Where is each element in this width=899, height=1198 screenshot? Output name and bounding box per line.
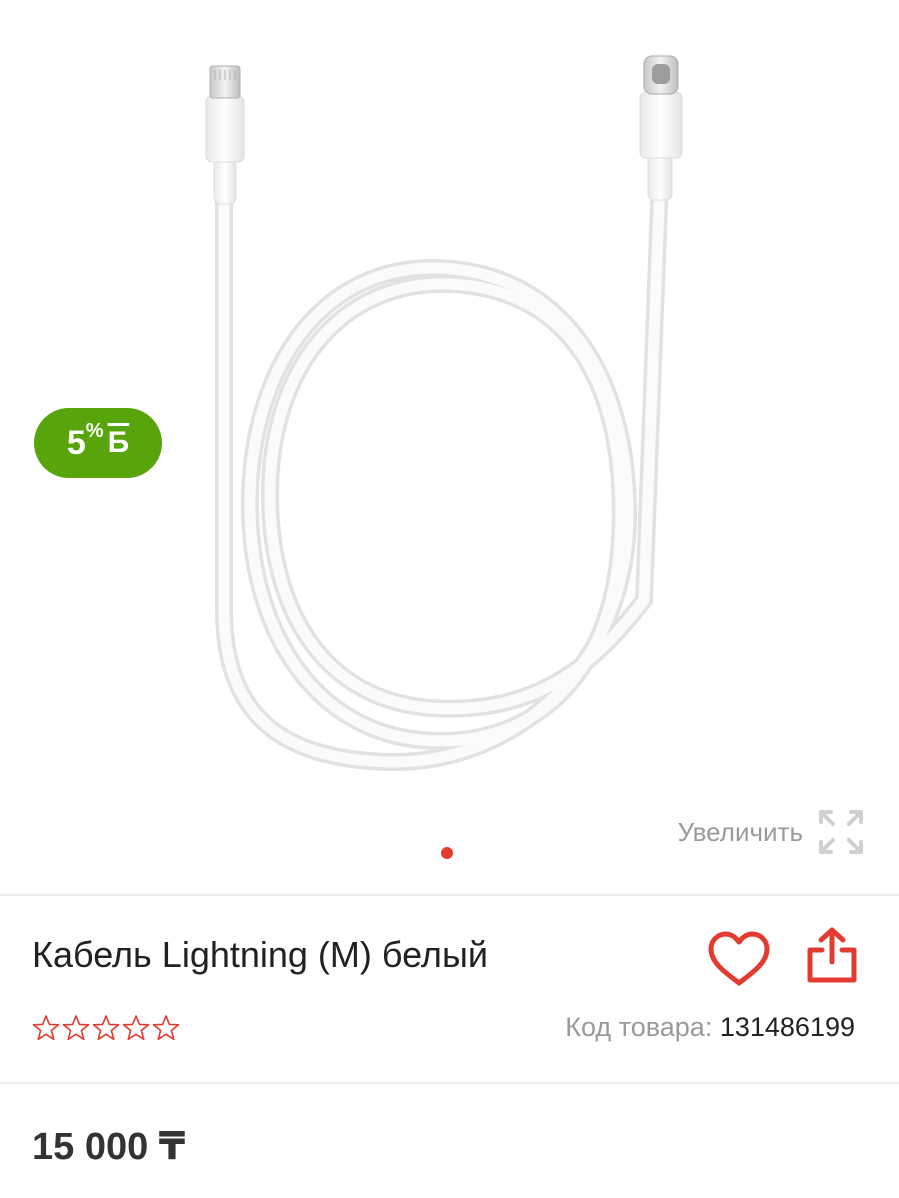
bonus-percent: 5%: [66, 420, 104, 462]
divider: [0, 1082, 899, 1084]
product-code-label: Код товара:: [565, 1012, 713, 1042]
star-outline-icon: [122, 1015, 150, 1041]
bonus-currency: Б: [107, 426, 130, 459]
product-image[interactable]: [150, 40, 750, 800]
zoom-button[interactable]: Увеличить: [678, 808, 865, 856]
share-icon[interactable]: [804, 926, 860, 984]
star-outline-icon: [92, 1015, 120, 1041]
product-title: Кабель Lightning (M) белый: [32, 934, 488, 975]
divider: [0, 894, 899, 896]
product-page: 5% Б Увеличить Кабель Lightning (M) белы…: [0, 0, 899, 1198]
zoom-expand-icon: [819, 810, 863, 854]
product-gallery[interactable]: 5% Б Увеличить: [0, 0, 899, 895]
product-code-value: 131486199: [719, 1012, 855, 1042]
bonus-badge: 5% Б: [34, 408, 162, 478]
product-price: 15 000 ₸: [32, 1126, 186, 1168]
star-outline-icon: [32, 1015, 60, 1041]
favorite-heart-icon[interactable]: [706, 930, 772, 988]
carousel-dot-active[interactable]: [441, 847, 453, 859]
rating-stars[interactable]: [32, 1014, 180, 1042]
product-code: Код товара: 131486199: [565, 1012, 855, 1043]
zoom-label: Увеличить: [677, 816, 803, 847]
star-outline-icon: [152, 1015, 180, 1041]
star-outline-icon: [62, 1015, 90, 1041]
